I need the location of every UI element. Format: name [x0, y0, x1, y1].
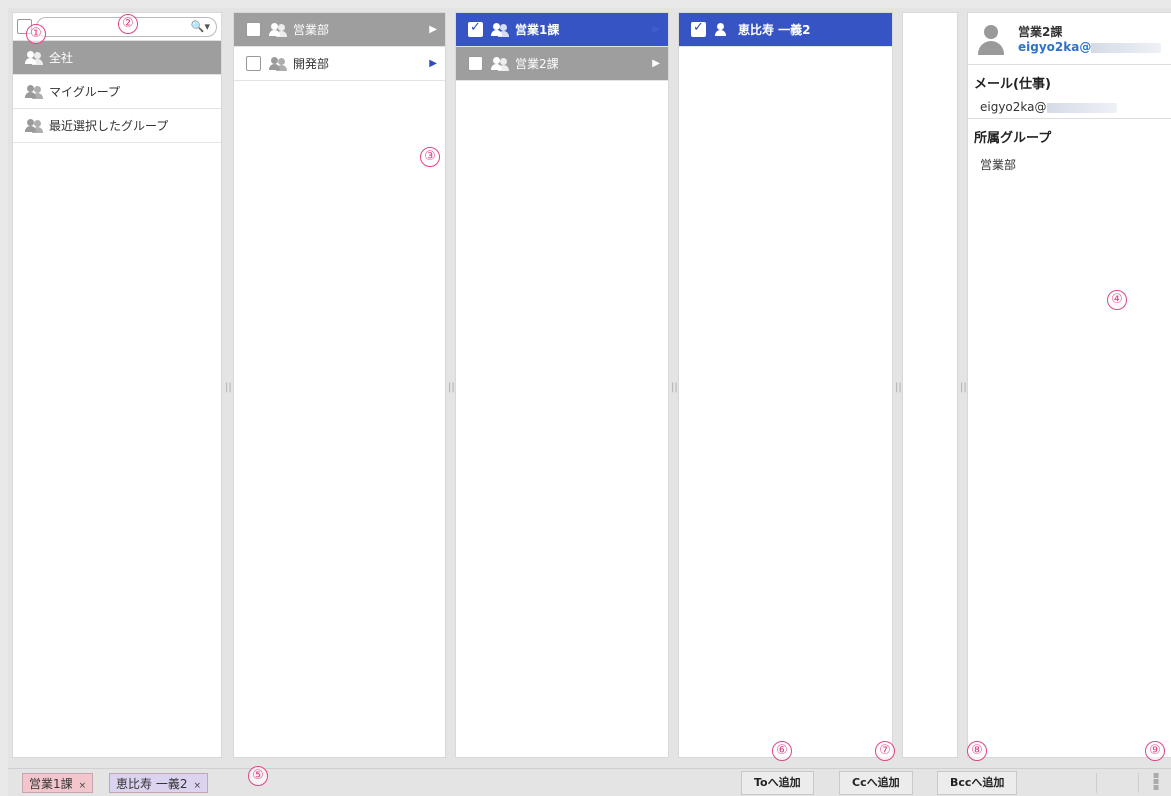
- chip-label: 営業1課: [29, 777, 73, 791]
- avatar: [974, 21, 1010, 57]
- item-checkbox[interactable]: [246, 22, 261, 37]
- detail-email-link[interactable]: eigyo2ka@: [1018, 40, 1162, 54]
- callout-1: ①: [26, 24, 46, 44]
- add-to-button[interactable]: Toへ追加: [741, 771, 814, 795]
- toolbar-divider: [1096, 773, 1097, 793]
- callout-6: ⑥: [772, 741, 792, 761]
- chevron-right-icon[interactable]: ▶: [429, 58, 437, 69]
- selected-chip[interactable]: 恵比寿 一義2 ×: [109, 773, 208, 793]
- column-splitter[interactable]: ||: [895, 380, 902, 396]
- list-item-label: 営業1課: [515, 23, 560, 37]
- detail-header: 営業2課 eigyo2ka@: [968, 13, 1171, 65]
- group-icon: [25, 50, 43, 65]
- menu-dots-icon[interactable]: ▪ ▪ ▪: [1151, 771, 1161, 793]
- list-item-sales-2[interactable]: 営業2課 ▶: [456, 47, 668, 81]
- item-checkbox[interactable]: [691, 20, 706, 37]
- department-pane: 営業部 ▶ 開発部 ▶: [233, 12, 446, 758]
- remove-icon[interactable]: ×: [79, 781, 87, 791]
- user-icon: [714, 22, 732, 37]
- chevron-right-icon[interactable]: ▶: [429, 24, 437, 35]
- category-item-company[interactable]: 全社: [13, 41, 221, 75]
- callout-9: ⑨: [1145, 741, 1165, 761]
- list-item-dev-dept[interactable]: 開発部 ▶: [234, 47, 445, 81]
- column-splitter[interactable]: ||: [225, 380, 232, 396]
- add-bcc-button[interactable]: Bccへ追加: [937, 771, 1018, 795]
- list-item-sales-dept[interactable]: 営業部 ▶: [234, 13, 445, 47]
- category-pane: 🔍▾ 全社 マイグループ 最近選択したグループ: [12, 12, 222, 758]
- item-checkbox[interactable]: [468, 56, 483, 71]
- list-item-label: 営業2課: [515, 57, 559, 71]
- category-item-label: 最近選択したグループ: [49, 119, 169, 133]
- group-icon: [269, 56, 287, 71]
- toolbar-divider: [1138, 773, 1139, 793]
- detail-pane: 営業2課 eigyo2ka@ メール(仕事) eigyo2ka@ 所属グループ …: [967, 12, 1171, 758]
- group-value: 営業部: [980, 158, 1017, 172]
- search-icon[interactable]: 🔍▾: [191, 20, 210, 33]
- list-item-label: 営業部: [293, 23, 330, 37]
- section-pane: 営業1課 ▶ 営業2課 ▶: [455, 12, 669, 758]
- column-splitter[interactable]: ||: [448, 380, 455, 396]
- add-cc-button[interactable]: Ccへ追加: [839, 771, 913, 795]
- chevron-right-icon[interactable]: ▶: [652, 58, 660, 69]
- group-icon: [491, 22, 509, 37]
- group-icon: [269, 22, 287, 37]
- member-pane: 恵比寿 一義2: [678, 12, 893, 758]
- callout-2: ②: [118, 14, 138, 34]
- callout-7: ⑦: [875, 741, 895, 761]
- category-item-my-group[interactable]: マイグループ: [13, 75, 221, 109]
- mail-section-title: メール(仕事): [974, 77, 1051, 92]
- detail-name: 営業2課: [1018, 25, 1063, 39]
- item-checkbox[interactable]: [246, 56, 261, 71]
- group-section-title: 所属グループ: [974, 131, 1052, 146]
- callout-8: ⑧: [967, 741, 987, 761]
- remove-icon[interactable]: ×: [193, 781, 201, 791]
- redacted-block: [1091, 42, 1162, 53]
- group-icon: [25, 84, 43, 99]
- group-icon: [25, 118, 43, 133]
- category-item-label: マイグループ: [49, 85, 121, 99]
- callout-3: ③: [420, 147, 440, 167]
- selection-bar: 営業1課 × 恵比寿 一義2 × Toへ追加 Ccへ追加 Bccへ追加 ▪ ▪ ▪: [8, 768, 1171, 796]
- list-item-member[interactable]: 恵比寿 一義2: [679, 13, 892, 47]
- selected-chip[interactable]: 営業1課 ×: [22, 773, 94, 793]
- callout-5: ⑤: [248, 766, 268, 786]
- chevron-right-icon[interactable]: ▶: [652, 24, 660, 35]
- empty-pane: [902, 12, 958, 758]
- group-icon: [491, 56, 509, 71]
- chip-label: 恵比寿 一義2: [116, 777, 188, 791]
- list-item-sales-1[interactable]: 営業1課 ▶: [456, 13, 668, 47]
- column-splitter[interactable]: ||: [671, 380, 678, 396]
- category-item-label: 全社: [49, 51, 74, 65]
- list-item-label: 開発部: [293, 57, 330, 71]
- column-splitter[interactable]: ||: [960, 380, 967, 396]
- redacted-block: [1046, 102, 1117, 113]
- list-item-label: 恵比寿 一義2: [738, 23, 811, 37]
- item-checkbox[interactable]: [468, 20, 483, 37]
- mail-value: eigyo2ka@: [968, 96, 1171, 119]
- callout-4: ④: [1107, 290, 1127, 310]
- category-item-recent-groups[interactable]: 最近選択したグループ: [13, 109, 221, 143]
